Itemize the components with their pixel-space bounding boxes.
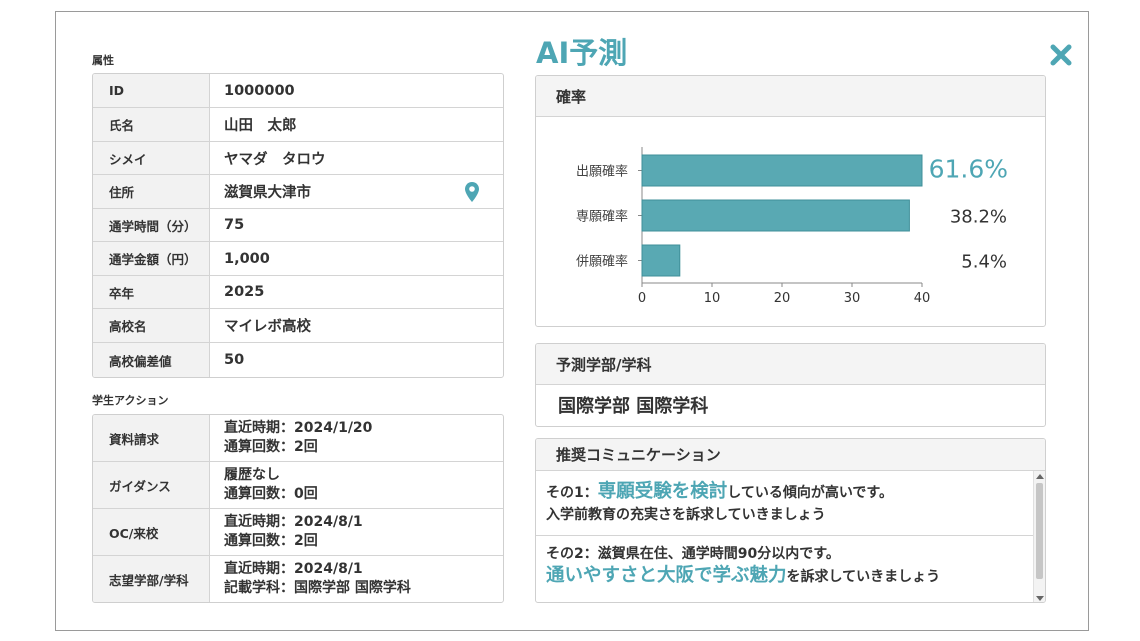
table-row: 通学金額（円） 1,000 [93,242,503,276]
page-title: AI予測 [536,36,628,70]
comm-prefix: その1： [546,485,598,501]
table-row: 志望学部/学科 直近時期：2024/8/1 記載学科：国際学部 国際学科 [93,556,503,602]
x-tick-label: 0 [638,291,646,306]
probability-panel-heading: 確率 [536,76,1045,117]
prediction-panel-heading: 予測学部/学科 [536,344,1045,385]
bar [641,244,681,277]
attr-value: 1000000 [224,82,295,99]
attr-value: 1,000 [224,250,270,267]
attributes-table: ID 1000000 氏名 山田 太郎 シメイ ヤマダ タロウ 住所 滋賀県大津… [92,73,504,378]
communication-panel: 推奨コミュニケーション その1：専願受験を検討している傾向が高いです。 入学前教… [535,438,1046,603]
attr-key: 氏名 [93,108,210,141]
action-value: 直近時期：2024/8/1 通算回数：2回 [210,509,503,555]
table-row: シメイ ヤマダ タロウ [93,142,503,175]
comm-suffix: を訴求していきましょう [786,569,941,585]
action-line: 通算回数：2回 [224,533,318,549]
action-key: ガイダンス [93,462,210,508]
table-row: 住所 滋賀県大津市 [93,175,503,209]
x-tick-label: 40 [914,291,931,306]
probability-panel: 確率 0 10 20 30 40 出願確率 61.6% 専願確率 38.2% 併願確率 5.4% [535,75,1046,327]
scroll-up-arrow-icon[interactable] [1036,474,1044,479]
table-row: 資料請求 直近時期：2024/1/20 通算回数：2回 [93,415,503,462]
close-icon[interactable] [1050,44,1072,66]
table-row: 氏名 山田 太郎 [93,108,503,142]
predicted-department: 国際学部 国際学科 [558,396,709,417]
attr-value: 2025 [224,284,265,300]
action-line: 通算回数：0回 [224,486,318,502]
action-line: 直近時期：2024/1/20 [224,420,373,436]
comm-line: 通いやすさと大阪で学ぶ魅力を訴求していきましょう [546,565,1033,588]
comm-suffix: している傾向が高いです。 [727,485,894,501]
table-row: ID 1000000 [93,74,503,108]
actions-table: 資料請求 直近時期：2024/1/20 通算回数：2回 ガイダンス 履歴なし 通… [92,414,504,603]
action-key: OC/来校 [93,509,210,555]
x-tick-label: 30 [844,291,861,306]
bar [641,154,923,187]
comm-highlight: 専願受験を検討 [597,481,728,502]
attr-value: マイレボ高校 [224,319,311,335]
category-label: 出願確率 [576,164,628,180]
probability-chart: 0 10 20 30 40 出願確率 61.6% 専願確率 38.2% 併願確率 5.4% [576,147,1008,306]
attr-key: 通学金額（円） [93,242,210,275]
communication-list: その1：専願受験を検討している傾向が高いです。 入学前教育の充実さを訴求していき… [536,471,1045,602]
data-label: 61.6% [929,155,1008,184]
scroll-down-arrow-icon[interactable] [1036,596,1044,601]
table-row: 高校偏差値 50 [93,343,503,377]
communication-panel-heading: 推奨コミュニケーション [536,439,1045,471]
attr-key: 卒年 [93,276,210,308]
category-label: 併願確率 [576,254,628,270]
attr-key: シメイ [93,142,210,174]
comm-line: 入学前教育の充実さを訴求していきましょう [546,507,826,523]
attributes-section-label: 属性 [92,54,114,67]
attr-key: 高校偏差値 [93,343,210,377]
scrollbar[interactable] [1033,471,1045,602]
attr-value: 山田 太郎 [224,118,297,134]
actions-section-label: 学生アクション [92,394,169,407]
action-line: 直近時期：2024/8/1 [224,514,363,530]
action-key: 資料請求 [93,415,210,461]
action-line: 直近時期：2024/8/1 [224,561,363,577]
category-label: 専願確率 [576,209,628,225]
action-value: 直近時期：2024/8/1 記載学科：国際学部 国際学科 [210,556,503,602]
data-label: 38.2% [950,207,1007,228]
action-line: 履歴なし [224,467,280,483]
action-line: 記載学科：国際学部 国際学科 [224,580,411,596]
data-label: 5.4% [961,252,1007,273]
table-row: 通学時間（分） 75 [93,209,503,242]
prediction-panel: 予測学部/学科 国際学部 国際学科 [535,343,1046,427]
attr-key: 住所 [93,175,210,208]
attr-key: 高校名 [93,309,210,342]
table-row: OC/来校 直近時期：2024/8/1 通算回数：2回 [93,509,503,556]
table-row: 卒年 2025 [93,276,503,309]
address-text: 滋賀県大津市 [224,185,311,201]
divider [536,535,1033,536]
attr-value: 滋賀県大津市 [210,175,503,208]
communication-item-1: その1：専願受験を検討している傾向が高いです。 入学前教育の充実さを訴求していき… [536,481,1033,526]
communication-item-2: その2：滋賀県在住、通学時間90分以内です。 通いやすさと大阪で学ぶ魅力を訴求し… [536,543,1033,588]
x-tick-label: 20 [774,291,791,306]
action-key: 志望学部/学科 [93,556,210,602]
action-value: 直近時期：2024/1/20 通算回数：2回 [210,415,503,461]
bar [641,199,910,232]
map-pin-icon[interactable] [465,182,479,206]
scroll-thumb[interactable] [1036,483,1043,579]
attr-key: ID [93,74,210,107]
attr-value: 50 [224,352,245,368]
comm-line: その1：専願受験を検討している傾向が高いです。 [546,481,1033,504]
attr-value: ヤマダ タロウ [224,151,326,168]
attr-key: 通学時間（分） [93,209,210,241]
attr-value: 75 [224,217,245,233]
table-row: ガイダンス 履歴なし 通算回数：0回 [93,462,503,509]
table-row: 高校名 マイレボ高校 [93,309,503,343]
comm-highlight: 通いやすさと大阪で学ぶ魅力 [546,565,787,586]
comm-line: その2：滋賀県在住、通学時間90分以内です。 [546,546,840,562]
action-line: 通算回数：2回 [224,439,318,455]
x-tick-label: 10 [704,291,721,306]
action-value: 履歴なし 通算回数：0回 [210,462,503,508]
